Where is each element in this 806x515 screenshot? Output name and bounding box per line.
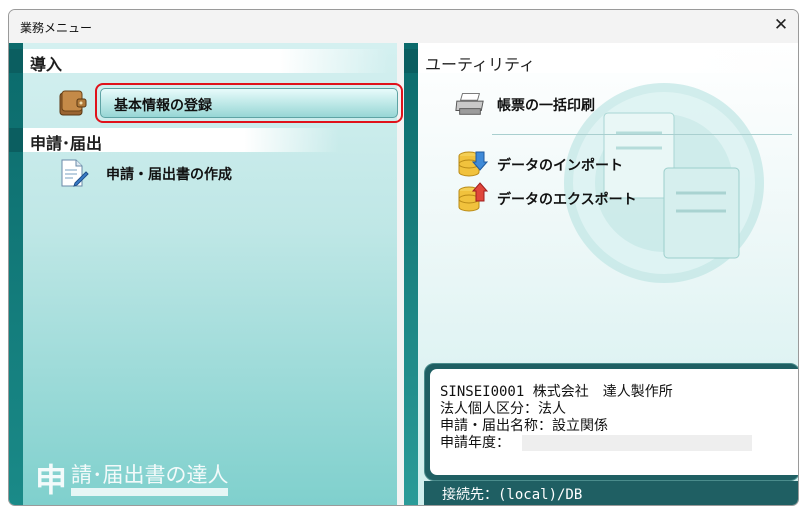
document-edit-icon [61,159,89,187]
section-title-application: 申請･届出 [30,134,103,153]
connection-text: 接続先：(local)/DB [442,487,583,503]
title-bar: 業務メニュー ✕ [9,10,798,42]
section-header-utility: ユーティリティ [404,49,798,74]
section-header-application: 申請･届出 [9,128,339,153]
info-panel: SINSEI0001 株式会社 達人製作所 法人個人区分：法人 申請・届出名称：… [424,363,798,481]
create-application-item[interactable]: 申請・届出書の作成 [106,164,232,184]
logo-mark: 申 [35,461,68,499]
left-edge-bar [9,43,23,505]
logo-text: 請･届出書の達人 [71,463,229,487]
wallet-icon [59,90,87,116]
utility-separator [492,134,792,135]
data-import-item[interactable]: データのインポート [497,155,623,175]
database-import-icon [458,151,488,177]
section-header-intro: 導入 [9,49,389,74]
connection-bar: 接続先：(local)/DB [424,481,798,505]
section-title-utility: ユーティリティ [425,55,536,74]
printer-icon [455,93,484,115]
data-export-item[interactable]: データのエクスポート [497,189,637,209]
section-title-intro: 導入 [30,55,63,74]
window-title: 業務メニュー [20,21,93,35]
register-basic-info-label: 基本情報の登録 [114,98,212,114]
main-window: 業務メニュー ✕ 導入 基本情報の登録 申請･届出 申請・届出書の作成 申 請･… [8,9,799,506]
close-button[interactable]: ✕ [766,12,796,40]
batch-print-item[interactable]: 帳票の一括印刷 [497,95,595,115]
info-year-value [522,435,752,451]
right-edge-bar [404,43,418,505]
database-export-icon [458,182,488,212]
left-panel: 導入 基本情報の登録 申請･届出 申請・届出書の作成 申 請･届出書の達人 [9,43,403,505]
right-panel: ユーティリティ 帳票の一括印刷 データのインポート データのエクスポート SIN… [404,43,798,505]
info-application-year: 申請年度： [440,435,510,451]
